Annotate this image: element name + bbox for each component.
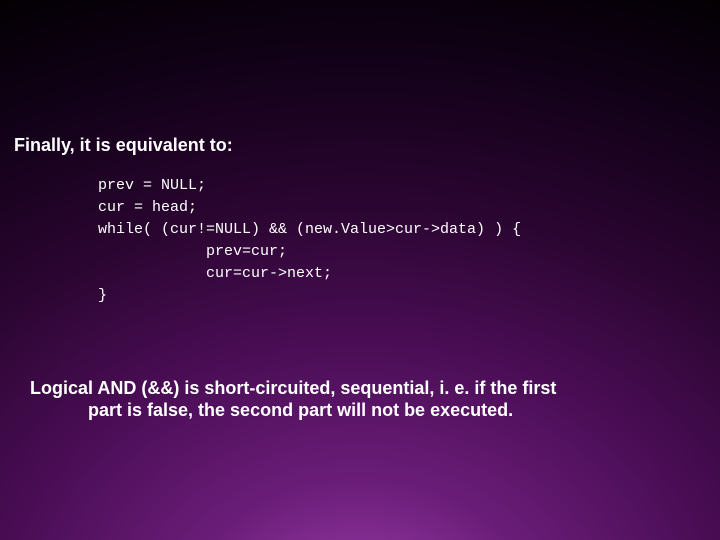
code-line-1: prev = NULL; [98,177,206,194]
code-line-4: prev=cur; [98,243,287,260]
conclusion-text: Logical AND (&&) is short-circuited, seq… [30,377,690,421]
code-block: prev = NULL; cur = head; while( (cur!=NU… [98,175,521,307]
slide-heading: Finally, it is equivalent to: [14,135,233,156]
code-line-3: while( (cur!=NULL) && (new.Value>cur->da… [98,221,521,238]
code-line-2: cur = head; [98,199,197,216]
code-line-5: cur=cur->next; [98,265,332,282]
code-line-6: } [98,287,107,304]
conclusion-line-2: part is false, the second part will not … [30,399,690,421]
conclusion-line-1: Logical AND (&&) is short-circuited, seq… [30,378,556,398]
